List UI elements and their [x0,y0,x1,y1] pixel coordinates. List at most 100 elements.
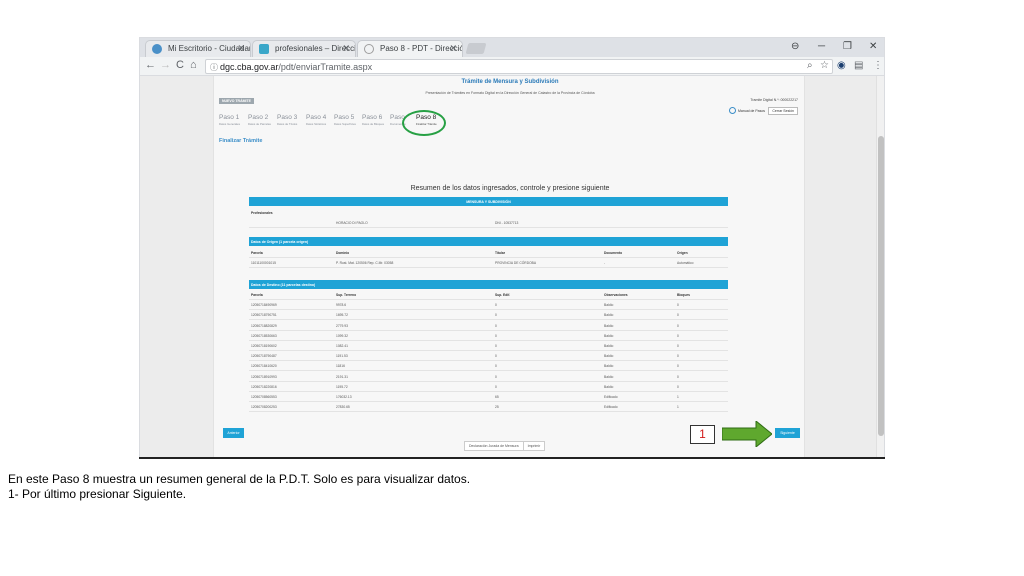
page-scrollbar[interactable] [876,76,884,457]
column-header: Origen [677,251,688,255]
table-cell: 12050718530663 [251,333,277,338]
step-label: Paso 2 [248,114,269,121]
table-cell: 0 [495,323,497,328]
step-label: Paso 5 [334,114,355,121]
table-cell: 1082.41 [336,344,348,348]
table-cell: P. Rust. Mat. 120506 Rep. C.Mr. 03058 [336,261,394,266]
table-cell: 12050718410620 [251,364,277,369]
table-cell: 11011100001015 [251,261,276,266]
table-cell: 1 [677,395,679,399]
close-window-icon[interactable]: ✕ [869,41,877,52]
table-cell: 12050718490969 [251,303,277,308]
imprimir-button[interactable]: Imprimir [524,442,545,450]
section-bar-destino: Datos de Destino (11 parcelas destino) [249,280,728,289]
scrollbar-thumb[interactable] [878,136,884,436]
step-3[interactable]: Paso 3 Datos de Títulos [277,114,297,126]
step-1[interactable]: Paso 1 Datos Generales [219,114,240,126]
table-cell: Baldío [604,344,614,348]
browser-window: Mi Escritorio - Ciudadano ✕ profesionale… [139,37,885,458]
close-icon[interactable]: ✕ [449,43,457,54]
table-cell: 12050718190602 [251,344,277,348]
column-header: Documento [604,251,623,255]
table-cell: 12050718790751 [251,313,277,318]
table-cell: 12050718820829 [251,323,277,328]
menu-icon[interactable]: ⋮ [873,60,883,71]
address-bar[interactable]: ⓘ dgc.cba.gov.ar/pdt/enviarTramite.aspx [205,59,833,74]
table-row: 12050708200253 27830.65 25 Edificado 1 [249,402,728,413]
step-sub: Datos de Bloques [362,122,385,126]
table-cell: 2191.31 [336,374,348,379]
table-cell: 0 [495,303,497,308]
step-5[interactable]: Paso 5 Datos Superficies [334,114,356,126]
zoom-icon[interactable]: ⌕ [807,60,813,71]
step-label: Paso 1 [219,114,240,121]
step-sub: Datos Sintéticos [306,122,327,126]
close-icon[interactable]: ✕ [237,43,245,54]
siguiente-button[interactable]: Siguiente [775,428,800,438]
table-cell: 9978.6 [336,303,347,308]
step-sub: Datos de Títulos [277,122,298,126]
table-row: 12050718910993 2191.31 0 Baldío 0 [249,372,728,382]
manual-button[interactable]: Manual de Pasos [729,107,765,114]
table-cell: Baldío [604,313,614,318]
pdt-page: Trámite de Mensura y Subdivisión Present… [213,76,805,457]
column-header: Sup. Terreno [336,293,357,297]
logout-button[interactable]: Cerrar Sesión [768,107,798,115]
forward-icon[interactable]: → [160,59,171,71]
step-2[interactable]: Paso 2 Datos de Parcelas [248,114,271,126]
restore-icon[interactable]: ❐ [843,41,852,52]
divider [139,457,885,459]
page-viewport: Trámite de Mensura y Subdivisión Present… [140,76,878,457]
page-title: Trámite de Mensura y Subdivisión [461,79,559,85]
table-cell: Baldío [604,364,614,369]
step-4[interactable]: Paso 4 Datos Sintéticos [306,114,326,126]
caption-line-1: En este Paso 8 muestra un resumen genera… [8,472,471,486]
tab-strip: Mi Escritorio - Ciudadano ✕ profesionale… [140,38,884,57]
help-icon [729,107,736,114]
back-icon[interactable]: ← [145,59,156,71]
table-cell: Baldío [604,333,614,338]
step-highlight-circle [402,110,446,136]
new-tab-button[interactable] [465,43,487,54]
home-icon[interactable]: ⌂ [190,59,197,71]
table-cell: 0 [495,344,497,348]
column-header: Observaciones [604,293,628,297]
tramite-badge: NUEVO TRÁMITE [219,98,254,104]
table-cell: 0 [677,303,679,308]
close-icon[interactable]: ✕ [342,43,350,54]
minimize-icon[interactable]: ─ [818,41,825,52]
table-cell: 1195.72 [336,384,348,389]
tab-mi-escritorio[interactable]: Mi Escritorio - Ciudadano ✕ [145,40,251,57]
profesionales-label: Profesionales [251,211,273,215]
table-cell: 0 [495,384,497,389]
table-cell: 0 [495,313,497,318]
declaracion-jurada-button[interactable]: Declaración Jurada de Mensura [465,442,524,450]
annotation-arrow-icon [722,421,772,447]
info-icon[interactable]: ⓘ [210,62,218,73]
browser-toolbar: ← → C ⌂ ⓘ dgc.cba.gov.ar/pdt/enviarTrami… [140,57,884,76]
finalizar-heading: Finalizar Trámite [219,138,263,144]
page-subtitle: Presentación de Trámites en Formato Digi… [425,91,595,95]
table-row: 12050718820829 2779.93 0 Baldío 0 [249,321,728,331]
column-header: Sup. Edif. [495,293,511,297]
tab-paso-8[interactable]: Paso 8 - PDT - Dirección ✕ [357,40,463,57]
table-row: 12050718410620 11816 0 Baldío 0 [249,361,728,372]
extension-icon[interactable]: ▤ [854,60,863,71]
profesionales-label-row: Profesionales [249,208,728,218]
table-row: 12050718490969 9978.6 0 Baldío 0 [249,300,728,311]
bookmark-star-icon[interactable]: ☆ [820,60,829,71]
table-cell: Automático [677,261,694,266]
tab-profesionales[interactable]: profesionales – Direcció ✕ [252,40,356,57]
reload-icon[interactable]: C [176,59,184,71]
url-path: /pdt/enviarTramite.aspx [278,62,373,72]
table-cell: 65 [495,395,499,399]
step-6[interactable]: Paso 6 Datos de Bloques [362,114,384,126]
extension-icon[interactable]: ◉ [837,60,846,71]
profile-icon[interactable]: ⊖ [791,41,799,52]
column-header: Parcela [251,293,263,297]
table-cell: 12050708560553 [251,395,277,399]
anterior-button[interactable]: Anterior [223,428,244,438]
table-cell: Baldío [604,384,614,389]
table-cell: 1 [677,405,679,410]
table-cell: 0 [677,333,679,338]
